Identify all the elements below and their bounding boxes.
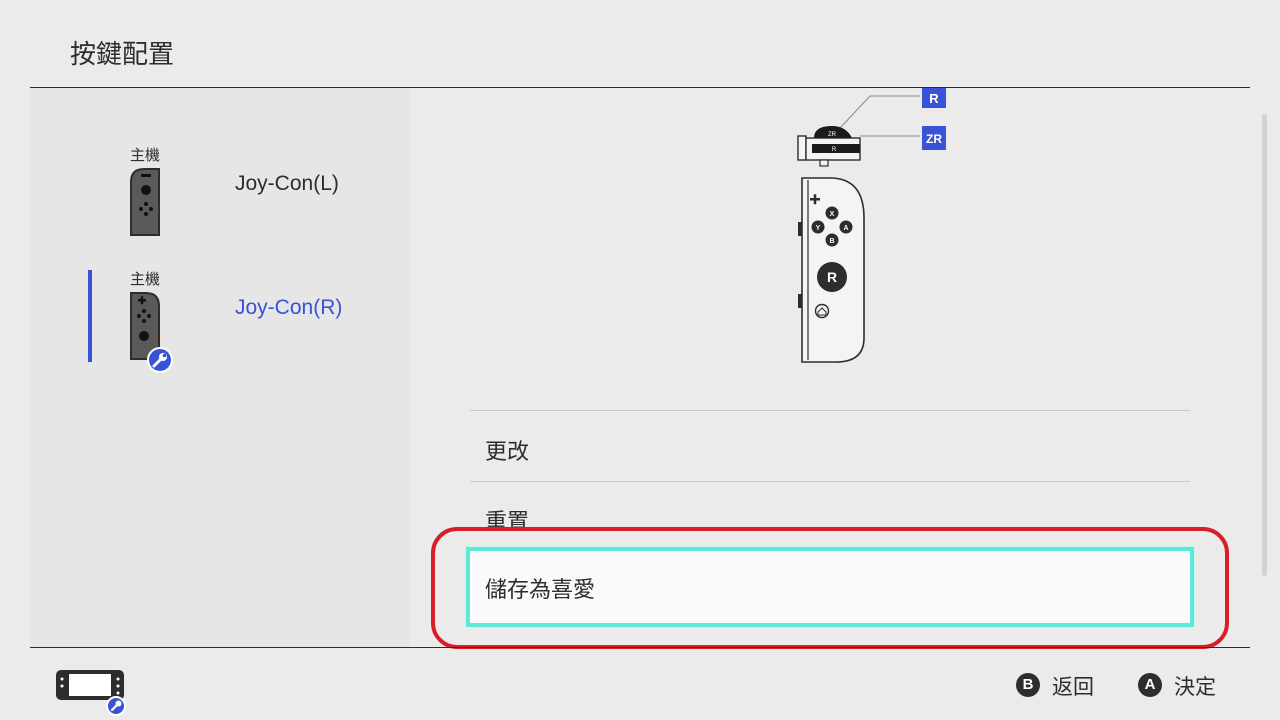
back-label: 返回 bbox=[1052, 675, 1094, 699]
menu-item-label: 重置 bbox=[485, 510, 530, 535]
a-button-icon: A bbox=[1138, 673, 1162, 697]
controller-sidebar: 主機 Joy-Con(L) 主機 Joy-Con(R) bbox=[30, 88, 410, 647]
wrench-icon bbox=[147, 347, 173, 373]
r-shoulder-label: R bbox=[832, 147, 837, 153]
svg-text:B: B bbox=[829, 238, 834, 245]
reset-option[interactable]: 重置 bbox=[470, 482, 1190, 552]
menu-divider bbox=[470, 410, 1190, 411]
stick-label: R bbox=[827, 269, 837, 285]
menu-item-label: 儲存為喜愛 bbox=[485, 578, 596, 603]
back-hint[interactable]: B 返回 bbox=[1016, 671, 1106, 699]
console-icon[interactable] bbox=[54, 668, 130, 716]
svg-text:Y: Y bbox=[816, 225, 821, 232]
r-label: R bbox=[929, 91, 939, 106]
page-title: 按鍵配置 bbox=[70, 40, 175, 70]
header: 按鍵配置 bbox=[0, 0, 1280, 88]
b-button-icon: B bbox=[1016, 673, 1040, 697]
main-panel: R ZR ZR R X Y A B R 更改 重置 儲存為喜愛 bbox=[410, 88, 1250, 649]
footer: B 返回 A 決定 bbox=[0, 648, 1280, 720]
save-as-favorite-option[interactable]: 儲存為喜愛 bbox=[466, 547, 1194, 627]
menu-item-label: 更改 bbox=[485, 440, 530, 465]
zr-trigger-label: ZR bbox=[828, 132, 837, 138]
scrollbar[interactable] bbox=[1262, 114, 1267, 576]
confirm-hint[interactable]: A 決定 bbox=[1138, 671, 1228, 699]
sidebar-item-joycon-right[interactable]: 主機 Joy-Con(R) bbox=[30, 268, 410, 378]
change-option[interactable]: 更改 bbox=[470, 412, 1190, 482]
zr-label: ZR bbox=[926, 132, 942, 146]
confirm-label: 決定 bbox=[1174, 675, 1216, 699]
joycon-right-diagram: R ZR ZR R X Y A B R bbox=[797, 88, 946, 363]
controller-name: Joy-Con(L) bbox=[235, 172, 339, 195]
joycon-left-icon bbox=[130, 168, 160, 236]
controller-mode-label: 主機 bbox=[130, 270, 161, 288]
sidebar-item-joycon-left[interactable]: 主機 Joy-Con(L) bbox=[30, 144, 410, 254]
controller-mode-label: 主機 bbox=[130, 146, 161, 164]
svg-text:A: A bbox=[843, 225, 848, 232]
controller-name: Joy-Con(R) bbox=[235, 296, 343, 319]
svg-text:X: X bbox=[830, 211, 835, 218]
